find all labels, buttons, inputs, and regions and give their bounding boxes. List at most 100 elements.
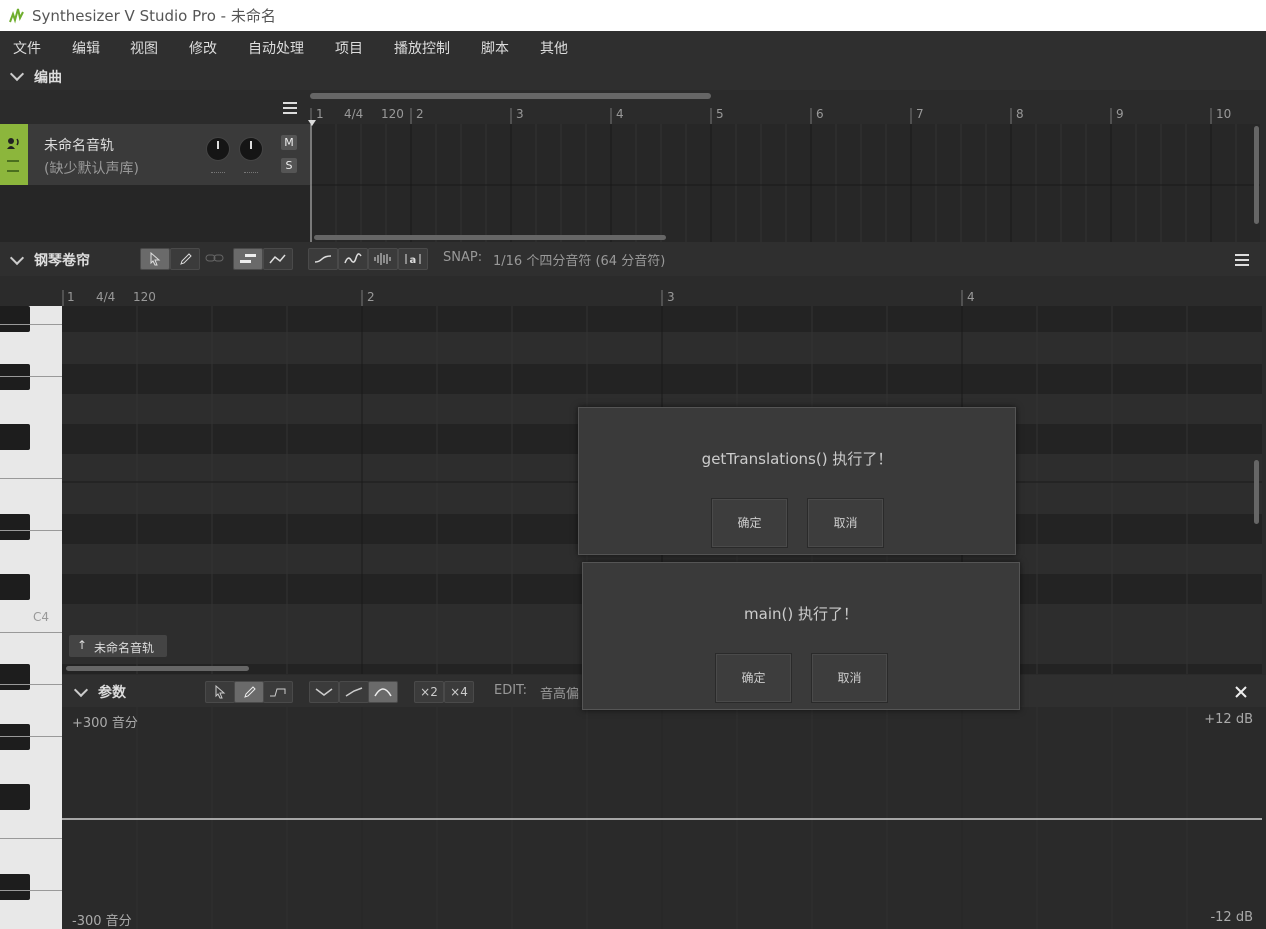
- menu-auto-process[interactable]: 自动处理: [248, 38, 304, 58]
- param-peak-button[interactable]: [368, 681, 398, 703]
- gain-meter-icon: [211, 167, 225, 173]
- pr-ruler-time-sig: 4/4: [96, 290, 116, 304]
- ruler-measure-9: 9: [1116, 107, 1124, 121]
- arrangement-vscroll[interactable]: [1254, 126, 1259, 224]
- link-icon[interactable]: [205, 251, 225, 265]
- piano-roll-ruler[interactable]: 1 4/4 120 2 3 4: [62, 288, 1266, 306]
- ruler-measure-1: 1: [316, 107, 324, 121]
- cancel-button[interactable]: 取消: [807, 498, 884, 548]
- piano-roll-header: 钢琴卷帘 a SNAP: 1/16 个四分音符 (64 分音符): [0, 242, 1266, 276]
- black-key[interactable]: [0, 424, 30, 450]
- svg-text:a: a: [410, 255, 417, 266]
- valley-icon: [315, 688, 333, 696]
- close-icon[interactable]: [1234, 685, 1248, 699]
- arrangement-grid[interactable]: [310, 124, 1260, 242]
- piano-roll-hscroll[interactable]: [66, 666, 249, 671]
- collapse-chevron-icon[interactable]: [73, 682, 89, 698]
- menu-modify[interactable]: 修改: [189, 38, 217, 58]
- param-valley-button[interactable]: [309, 681, 339, 703]
- pitch-curve-icon: [269, 254, 286, 264]
- black-key[interactable]: [0, 364, 30, 390]
- pen-tool-button[interactable]: [170, 248, 200, 270]
- solo-button[interactable]: S: [281, 158, 297, 173]
- menu-project[interactable]: 项目: [335, 38, 363, 58]
- note-blocks-icon: [240, 254, 256, 263]
- black-key[interactable]: [0, 306, 30, 332]
- pr-ruler-measure-1: 1: [67, 290, 75, 304]
- show-waveform-button[interactable]: [368, 248, 398, 270]
- menu-script[interactable]: 脚本: [481, 38, 509, 58]
- piano-roll-vscroll[interactable]: [1254, 460, 1259, 524]
- track-color-strip[interactable]: [0, 124, 28, 185]
- params-title: 参数: [98, 685, 126, 701]
- menu-file[interactable]: 文件: [13, 38, 41, 58]
- black-key[interactable]: [0, 724, 30, 750]
- menu-bar: 文件 编辑 视图 修改 自动处理 项目 播放控制 脚本 其他: [0, 31, 1266, 62]
- key-label-c4: C4: [33, 610, 50, 624]
- smooth-curve-icon: [314, 255, 332, 263]
- pitch-tool-button[interactable]: [263, 248, 293, 270]
- arrangement-ruler[interactable]: 1 4/4 120 2 3 4 5 6 7 8 9 10: [310, 104, 1260, 124]
- ruler-measure-7: 7: [916, 107, 924, 121]
- menu-view[interactable]: 视图: [130, 38, 158, 58]
- dialog-message: getTranslations() 执行了！: [701, 450, 893, 468]
- black-key[interactable]: [0, 664, 30, 690]
- cancel-button[interactable]: 取消: [811, 653, 888, 703]
- arrangement-hscroll[interactable]: [314, 235, 666, 240]
- param-bottom-right-label: -12 dB: [1210, 910, 1253, 925]
- playhead-marker-icon[interactable]: [308, 120, 316, 126]
- param-line-tool[interactable]: [263, 681, 293, 703]
- piano-roll-menu-icon[interactable]: [1235, 254, 1249, 266]
- param-x2-button[interactable]: ×2: [414, 681, 444, 703]
- note-tool-button[interactable]: [233, 248, 263, 270]
- edit-param-value[interactable]: 音高偏: [540, 683, 579, 702]
- black-key[interactable]: [0, 784, 30, 810]
- arrangement-hscroll-top[interactable]: [310, 93, 711, 99]
- show-phonemes-button[interactable]: a: [398, 248, 428, 270]
- black-key[interactable]: [0, 514, 30, 540]
- ruler-measure-2: 2: [416, 107, 424, 121]
- black-key[interactable]: [0, 574, 30, 600]
- ruler-measure-6: 6: [816, 107, 824, 121]
- param-select-tool[interactable]: [205, 681, 235, 703]
- param-ramp-button[interactable]: [339, 681, 369, 703]
- title-bar: Synthesizer V Studio Pro - 未命名: [0, 0, 1266, 31]
- menu-playback[interactable]: 播放控制: [394, 38, 450, 58]
- track-chip[interactable]: ↑ 未命名音轨: [69, 635, 167, 657]
- gain-knob[interactable]: [206, 137, 230, 161]
- pointer-icon: [150, 252, 161, 266]
- edit-label: EDIT:: [494, 683, 527, 698]
- snap-value[interactable]: 1/16 个四分音符 (64 分音符): [493, 250, 665, 269]
- ok-button[interactable]: 确定: [711, 498, 788, 548]
- ruler-measure-4: 4: [616, 107, 624, 121]
- show-vibrato-button[interactable]: [338, 248, 368, 270]
- dialog-main: main() 执行了！ 确定 取消: [582, 562, 1020, 710]
- param-pen-tool[interactable]: [234, 681, 264, 703]
- peak-icon: [374, 688, 392, 697]
- arrangement-title: 编曲: [34, 70, 62, 86]
- menu-edit[interactable]: 编辑: [72, 38, 100, 58]
- menu-other[interactable]: 其他: [540, 38, 568, 58]
- params-graph[interactable]: +300 音分 -300 音分 +12 dB -12 dB: [62, 707, 1266, 929]
- ruler-time-sig: 4/4: [344, 107, 364, 121]
- ok-button[interactable]: 确定: [715, 653, 792, 703]
- collapse-chevron-icon[interactable]: [9, 66, 25, 82]
- param-x4-button[interactable]: ×4: [444, 681, 474, 703]
- ruler-measure-10: 10: [1216, 107, 1232, 121]
- arrangement-menu-icon[interactable]: [283, 102, 297, 114]
- piano-keyboard[interactable]: C4: [0, 306, 62, 929]
- select-tool-button[interactable]: [140, 248, 170, 270]
- phoneme-icon: a: [405, 254, 421, 266]
- mute-button[interactable]: M: [281, 135, 297, 150]
- ruler-measure-8: 8: [1016, 107, 1024, 121]
- track-voice[interactable]: (缺少默认声库): [44, 158, 139, 178]
- ramp-icon: [345, 687, 363, 697]
- piano-roll-title: 钢琴卷帘: [34, 253, 90, 269]
- voice-icon: [7, 138, 19, 149]
- track-name[interactable]: 未命名音轨: [44, 135, 114, 155]
- drag-handle-icon[interactable]: [7, 160, 19, 172]
- show-pitch-button[interactable]: [308, 248, 338, 270]
- pan-knob[interactable]: [239, 137, 263, 161]
- black-key[interactable]: [0, 874, 30, 900]
- collapse-chevron-icon[interactable]: [9, 250, 25, 266]
